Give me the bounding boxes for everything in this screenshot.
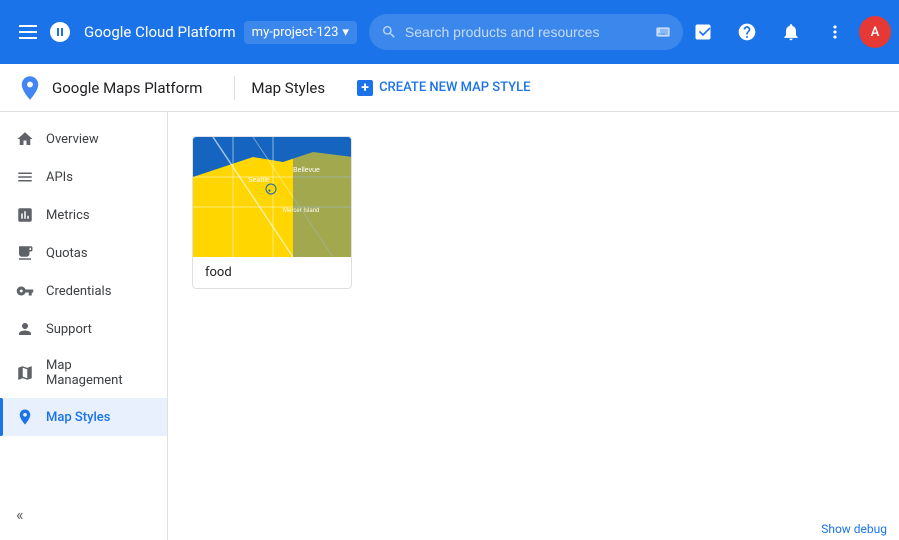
sidebar-label-apis: APIs — [46, 170, 73, 185]
debug-label: Show debug — [821, 522, 887, 536]
top-nav: Google Cloud Platform my-project-123 ▾ A — [0, 0, 899, 64]
svg-text:Mercer Island: Mercer Island — [283, 208, 319, 214]
more-options-button[interactable] — [815, 12, 855, 52]
support-icon — [16, 320, 34, 338]
map-management-icon — [16, 364, 34, 382]
sidebar-item-metrics[interactable]: Metrics — [0, 196, 167, 234]
project-selector[interactable]: my-project-123 ▾ — [244, 21, 357, 44]
sub-nav: Google Maps Platform Map Styles + CREATE… — [0, 64, 899, 112]
chevron-down-icon: ▾ — [342, 25, 349, 40]
maps-logo-icon — [16, 74, 44, 102]
keyboard-icon — [655, 24, 671, 40]
sidebar: Overview APIs Metrics Quotas Credentials — [0, 112, 168, 540]
credentials-icon — [16, 282, 34, 300]
metrics-icon — [16, 206, 34, 224]
sidebar-label-overview: Overview — [46, 132, 99, 147]
gcp-logo — [48, 20, 72, 44]
sidebar-item-support[interactable]: Support — [0, 310, 167, 348]
map-preview-svg: Seattle Bellevue Mercer Island ● — [193, 137, 352, 257]
sidebar-item-map-management[interactable]: Map Management — [0, 348, 167, 398]
collapse-icon: « — [16, 505, 24, 524]
map-style-card-food[interactable]: Seattle Bellevue Mercer Island ● food — [192, 136, 352, 289]
notifications-button[interactable] — [683, 12, 723, 52]
apis-icon — [16, 168, 34, 186]
nav-right: A — [683, 12, 891, 52]
search-input[interactable] — [405, 24, 647, 40]
sidebar-item-overview[interactable]: Overview — [0, 120, 167, 158]
map-style-label: food — [193, 257, 351, 288]
sidebar-label-credentials: Credentials — [46, 284, 111, 299]
help-button[interactable] — [727, 12, 767, 52]
create-btn-label: CREATE NEW MAP STYLE — [379, 80, 530, 95]
sidebar-item-map-styles[interactable]: Map Styles — [0, 398, 167, 436]
project-name: my-project-123 — [252, 25, 339, 40]
search-icon — [381, 24, 397, 40]
hamburger-button[interactable] — [8, 12, 48, 52]
maps-logo: Google Maps Platform — [16, 74, 202, 102]
sidebar-label-quotas: Quotas — [46, 246, 88, 261]
show-debug-button[interactable]: Show debug — [809, 518, 899, 540]
svg-text:●: ● — [268, 188, 271, 194]
sidebar-label-support: Support — [46, 322, 92, 337]
overview-icon — [16, 130, 34, 148]
add-icon: + — [357, 80, 373, 96]
map-styles-icon — [16, 408, 34, 426]
map-thumbnail: Seattle Bellevue Mercer Island ● — [193, 137, 352, 257]
nav-divider — [234, 76, 235, 100]
sidebar-label-map-styles: Map Styles — [46, 410, 110, 425]
sub-nav-maps-title: Google Maps Platform — [52, 79, 202, 97]
svg-text:Seattle: Seattle — [248, 177, 270, 184]
sidebar-label-map-management: Map Management — [46, 358, 151, 388]
page-title: Map Styles — [251, 79, 325, 97]
main-layout: Overview APIs Metrics Quotas Credentials — [0, 112, 899, 540]
avatar[interactable]: A — [859, 16, 891, 48]
sidebar-item-quotas[interactable]: Quotas — [0, 234, 167, 272]
sidebar-label-metrics: Metrics — [46, 208, 90, 223]
create-map-style-button[interactable]: + CREATE NEW MAP STYLE — [349, 74, 538, 102]
search-bar[interactable] — [369, 14, 683, 50]
svg-text:Bellevue: Bellevue — [293, 167, 320, 174]
nav-title: Google Cloud Platform — [84, 23, 236, 41]
quotas-icon — [16, 244, 34, 262]
content-area: Seattle Bellevue Mercer Island ● food Sh… — [168, 112, 899, 540]
hamburger-icon — [19, 25, 37, 39]
sidebar-item-apis[interactable]: APIs — [0, 158, 167, 196]
cloud-icon — [48, 20, 72, 44]
alerts-button[interactable] — [771, 12, 811, 52]
sidebar-collapse-button[interactable]: « — [0, 497, 168, 532]
sidebar-item-credentials[interactable]: Credentials — [0, 272, 167, 310]
